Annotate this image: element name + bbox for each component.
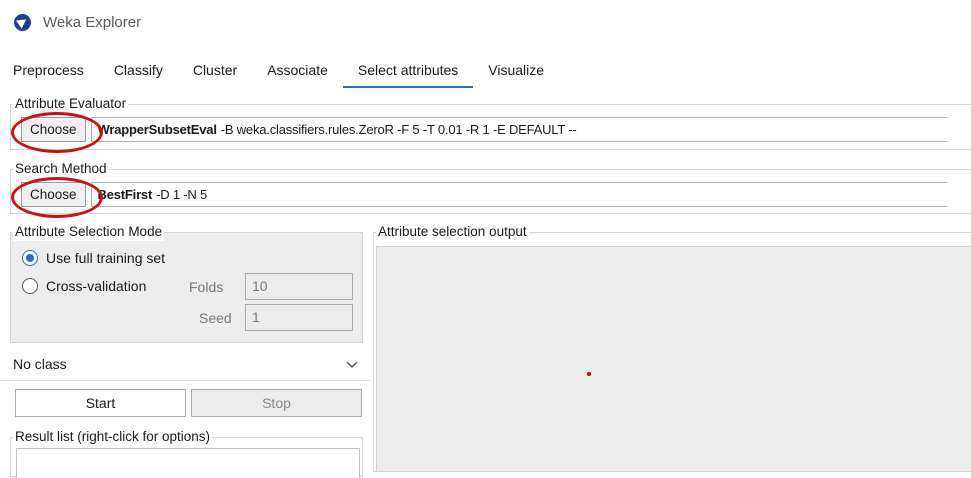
window-title: Weka Explorer — [43, 13, 142, 31]
start-button[interactable]: Start — [15, 389, 186, 417]
cross-validation-option[interactable]: Cross-validation — [22, 278, 146, 294]
selection-mode-title: Attribute Selection Mode — [13, 223, 165, 241]
class-dropdown-value: No class — [13, 356, 67, 372]
tab-preprocess[interactable]: Preprocess — [0, 56, 99, 88]
search-method-name: BestFirst — [97, 187, 153, 202]
evaluator-config-field[interactable]: WrapperSubsetEval -B weka.classifiers.ru… — [90, 117, 947, 142]
result-list-title: Result list (right-click for options) — [13, 428, 213, 446]
tab-associate[interactable]: Associate — [252, 56, 343, 88]
tab-cluster[interactable]: Cluster — [178, 56, 252, 88]
cross-validation-label: Cross-validation — [46, 278, 147, 294]
full-training-option[interactable]: Use full training set — [22, 250, 165, 266]
tab-visualize[interactable]: Visualize — [473, 56, 559, 88]
attribute-evaluator-row: Choose WrapperSubsetEval -B weka.classif… — [11, 112, 947, 153]
stop-button[interactable]: Stop — [191, 389, 362, 417]
search-method-title: Search Method — [13, 160, 109, 178]
result-list-panel: Result list (right-click for options) — [10, 428, 363, 478]
output-panel: Attribute selection output — [373, 223, 971, 472]
full-training-label: Use full training set — [46, 250, 166, 266]
result-list[interactable] — [16, 448, 360, 478]
output-marker-dot — [587, 372, 591, 376]
evaluator-options: -B weka.classifiers.rules.ZeroR -F 5 -T … — [220, 122, 577, 137]
tab-select-attributes[interactable]: Select attributes — [342, 56, 474, 88]
title-bar: Weka Explorer — [0, 0, 971, 44]
seed-input[interactable]: 1 — [245, 304, 353, 331]
selection-mode-panel: Attribute Selection Mode Use full traini… — [10, 223, 363, 343]
search-method-options: -D 1 -N 5 — [156, 187, 208, 202]
class-dropdown[interactable]: No class — [0, 348, 370, 381]
tab-classify[interactable]: Classify — [99, 56, 178, 88]
seed-label: Seed — [199, 310, 232, 326]
chevron-down-icon — [346, 356, 358, 372]
output-text-area[interactable] — [376, 246, 971, 471]
weka-bird-icon — [14, 13, 31, 31]
search-method-row: Choose BestFirst -D 1 -N 5 — [11, 177, 947, 218]
cross-validation-radio[interactable] — [22, 278, 38, 294]
folds-input[interactable]: 10 — [245, 273, 353, 300]
search-config-field[interactable]: BestFirst -D 1 -N 5 — [90, 182, 947, 207]
search-choose-button[interactable]: Choose — [11, 177, 103, 218]
full-training-radio[interactable] — [22, 250, 38, 266]
evaluator-name: WrapperSubsetEval — [97, 122, 217, 137]
folds-label: Folds — [189, 279, 224, 295]
evaluator-choose-button[interactable]: Choose — [11, 112, 103, 153]
attribute-evaluator-title: Attribute Evaluator — [13, 95, 129, 113]
output-title: Attribute selection output — [376, 223, 529, 241]
tab-bar: Preprocess Classify Cluster Associate Se… — [0, 56, 971, 88]
